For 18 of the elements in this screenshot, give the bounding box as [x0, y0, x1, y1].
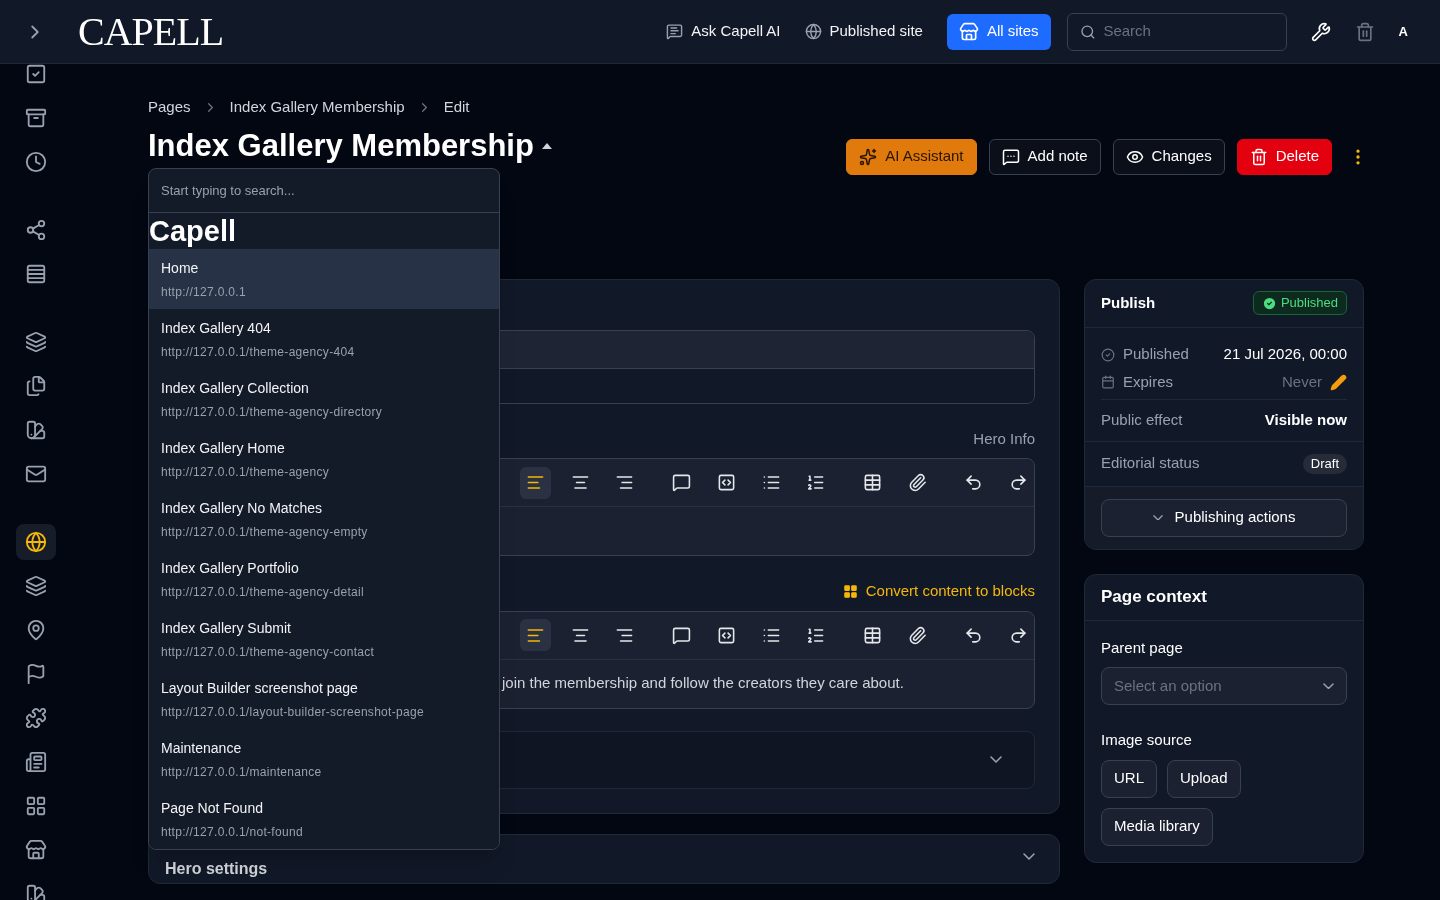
effect-value: Visible now	[1264, 409, 1347, 430]
section-title: Hero settings	[165, 858, 268, 879]
expires-label: Expires	[1101, 370, 1174, 394]
editorial-label: Editorial status	[1101, 453, 1200, 474]
card-title: Page context	[1101, 586, 1207, 609]
card-title: Publish	[1101, 292, 1156, 313]
status-badge: Published	[1252, 291, 1347, 315]
field-label: Image source	[1101, 730, 1193, 750]
page-title: Index Gallery Membership	[148, 126, 534, 165]
group-heading: Capell	[149, 214, 238, 249]
draft-badge: Draft	[1302, 453, 1347, 474]
field-label: Hero Info	[973, 428, 1035, 449]
published-date: 21 Jul 2026, 00:00	[1223, 344, 1347, 365]
field-label: Parent page	[1101, 637, 1184, 658]
expires-value: Never	[1282, 371, 1322, 392]
published-label: Published	[1101, 343, 1189, 366]
effect-label: Public effect	[1101, 409, 1183, 430]
editor-text: join the membership and follow the creators they care about.	[502, 673, 904, 694]
